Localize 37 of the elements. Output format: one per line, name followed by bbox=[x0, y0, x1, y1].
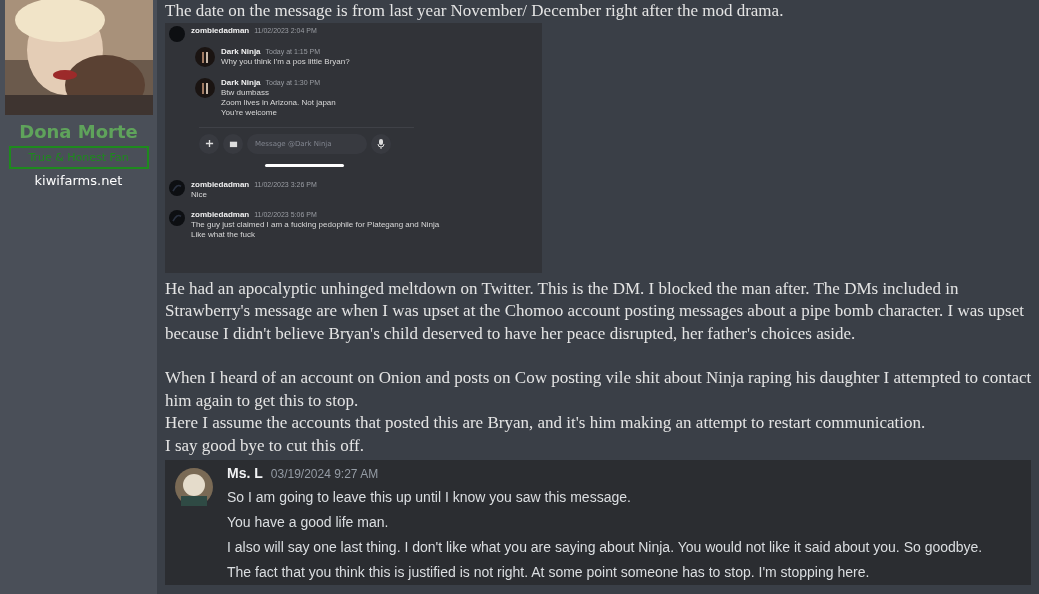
site-label: kiwifarms.net bbox=[34, 173, 123, 188]
post-text: The date on the message is from last year November/ December right after the mod drama. bbox=[165, 0, 785, 22]
message-text: Zoom lives in Arizona. Not japan bbox=[221, 97, 336, 108]
author-name[interactable]: Dona Morte bbox=[19, 121, 138, 142]
username: Dark Ninja bbox=[221, 46, 261, 56]
message-text: Why you think I'm a pos little Bryan? bbox=[221, 56, 350, 67]
gift-icon bbox=[228, 139, 238, 148]
message-text: You're welcome bbox=[221, 107, 278, 118]
avatar-icon bbox=[195, 46, 215, 67]
post-text: When I heard of an account on Onion and posts on Cow posting vile shit about Ninja raping his daughter I attempted to contact him again to get this to stop. bbox=[165, 367, 1033, 412]
avatar-icon bbox=[169, 209, 185, 226]
username: zombiedadman bbox=[191, 25, 250, 35]
user-title-badge: True & Honest Fan bbox=[8, 146, 149, 169]
microphone-icon bbox=[377, 138, 385, 149]
post-text: Here I assume the accounts that posted this are Bryan, and it's him making an attempt to restart communication. bbox=[165, 412, 927, 434]
gift-button[interactable] bbox=[223, 133, 243, 154]
avatar-icon bbox=[195, 77, 215, 98]
message-text: Btw dumbass bbox=[221, 87, 271, 98]
username: Ms. L bbox=[227, 465, 263, 481]
message-text: The fact that you think this is justified is not right. At some point someone has to stop. I'm stopping here. bbox=[227, 563, 871, 582]
plus-icon bbox=[204, 139, 214, 148]
post-text: He had an apocalyptic unhinged meltdown on Twitter. This is the DM. I blocked the man after. The DMs included in Strawberry's message are when I was upset at the Chomoo account posting messages about a pipe bomb character. I was upset because I didn't believe Bryan's child deserved to have her peace disrupted, her father's choices aside. bbox=[165, 277, 1025, 345]
mic-button[interactable] bbox=[371, 133, 391, 154]
plus-button[interactable] bbox=[199, 133, 219, 154]
avatar-icon bbox=[169, 179, 185, 196]
avatar-icon bbox=[169, 25, 185, 42]
message-text: Like what the fuck bbox=[191, 229, 257, 240]
message-text: You have a good life man. bbox=[227, 513, 390, 532]
message-text: I also will say one last thing. I don't like what you are saying about Ninja. You would not like it said about you. So goodbye. bbox=[227, 538, 983, 557]
timestamp: 03/19/2024 9:27 AM bbox=[270, 467, 379, 481]
username: Dark Ninja bbox=[221, 77, 261, 87]
username: zombiedadman bbox=[191, 179, 250, 189]
username: zombiedadman bbox=[191, 209, 250, 219]
message-text: Nice bbox=[191, 189, 208, 200]
message-text: The guy just claimed I am a fucking pedophile for Plategang and Ninja bbox=[191, 219, 440, 230]
post-text: I say good bye to cut this off. bbox=[165, 434, 365, 457]
message-text: So I am going to leave this up until I know you saw this message. bbox=[227, 488, 632, 507]
